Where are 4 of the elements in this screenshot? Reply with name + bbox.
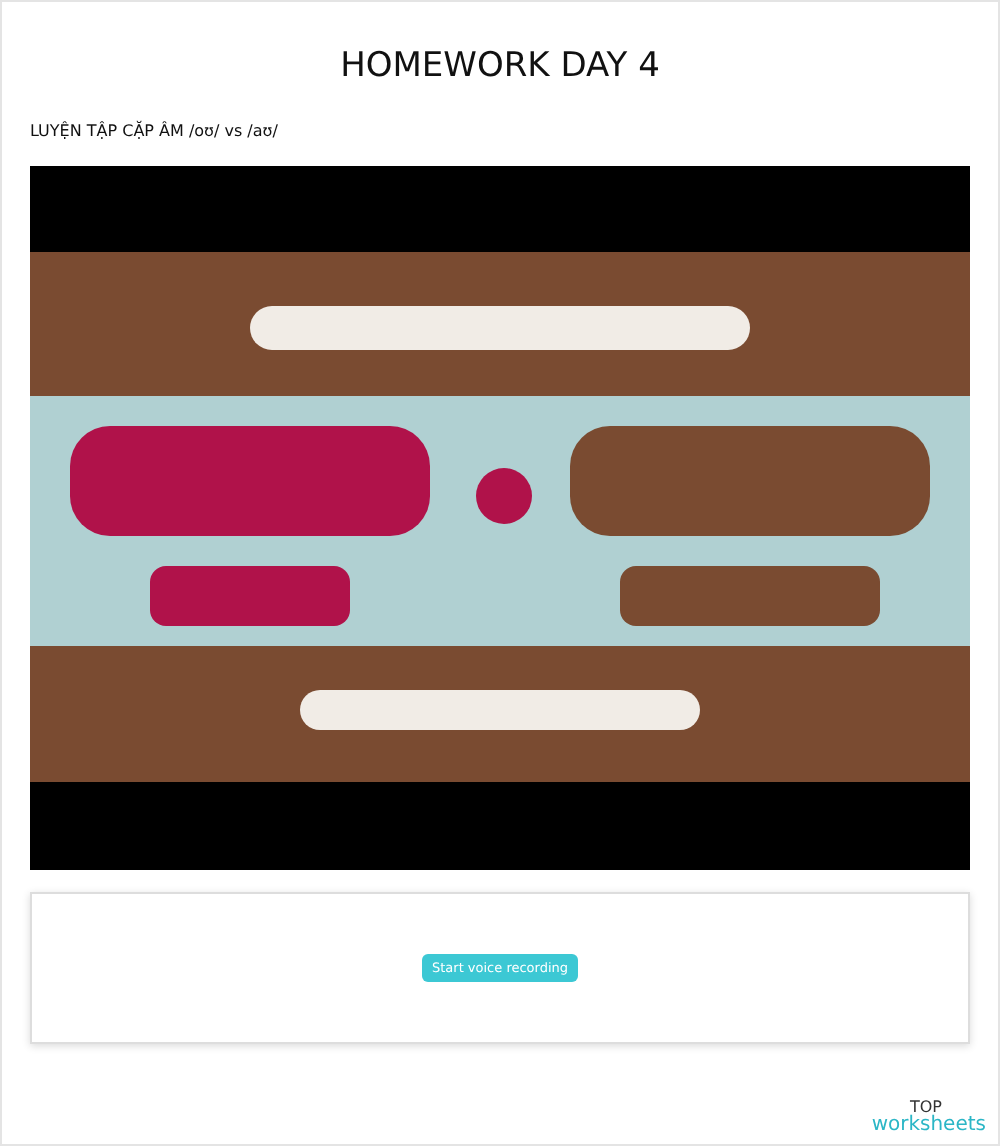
instruction-text: LUYỆN TẬP CẶP ÂM /oʊ/ vs /aʊ/ [30,122,280,140]
logo-text: worksheets [871,1116,986,1136]
worksheet-title: HOMEWORK DAY 4 [338,46,662,86]
logo-top-text: TOP [909,1100,942,1116]
